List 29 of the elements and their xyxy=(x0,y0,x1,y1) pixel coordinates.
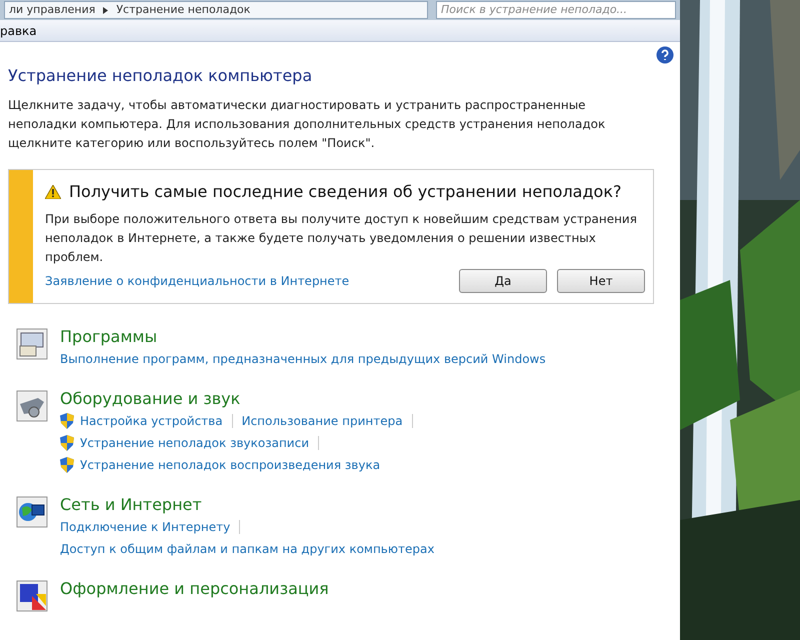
breadcrumb-item[interactable]: Устранение неполадок xyxy=(116,2,250,18)
page-title: Устранение неполадок компьютера xyxy=(8,65,314,87)
search-field[interactable]: Поиск в устранение неполадо... xyxy=(436,1,676,19)
task-link[interactable]: Устранение неполадок звукозаписи xyxy=(80,434,310,452)
palette-icon[interactable] xyxy=(16,580,48,612)
category-link[interactable]: Сеть и Интернет xyxy=(60,494,434,516)
task-link[interactable]: Устранение неполадок воспроизведения звука xyxy=(80,456,380,474)
address-field[interactable]: ли управления Устранение неполадок xyxy=(4,1,428,19)
notice-text: При выборе положительного ответа вы получите доступ к новейшим средствам устранения неполадок в Интернете, а также будете получать уведомления о решении известных проблем. xyxy=(45,211,638,266)
menu-item[interactable]: равка xyxy=(0,22,37,40)
category-link[interactable]: Оформление и персонализация xyxy=(60,578,329,600)
dialog-button[interactable]: Да xyxy=(459,269,547,293)
category-link[interactable]: Программы xyxy=(60,326,546,348)
task-link[interactable]: Настройка устройства xyxy=(80,412,223,430)
warning-icon xyxy=(45,185,61,199)
program-window-icon[interactable] xyxy=(16,328,48,360)
breadcrumb-item[interactable]: ли управления xyxy=(9,2,96,18)
help-icon[interactable] xyxy=(656,46,674,64)
task-link[interactable]: Подключение к Интернету xyxy=(60,518,230,536)
task-link[interactable]: Выполнение программ, предназначенных для предыдущих версий Windows xyxy=(60,350,546,368)
task-link[interactable]: Доступ к общим файлам и папкам на других компьютерах xyxy=(60,540,434,558)
globe-icon[interactable] xyxy=(16,496,48,528)
task-link[interactable]: Использование принтера xyxy=(242,412,403,430)
chevron-icon[interactable] xyxy=(103,6,108,14)
category-link[interactable]: Оборудование и звук xyxy=(60,388,422,410)
privacy-link[interactable]: Заявление о конфиденциальности в Интернете xyxy=(45,272,350,290)
notice-title: Получить самые последние сведения об устранении неполадок? xyxy=(69,181,622,203)
page-description: Щелкните задачу, чтобы автоматически диагностировать и устранить распространенные неполадки компьютера. Для использования дополнительных средств устранения неполадок щелкните категорию или воспользуйтесь полем "Поиск". xyxy=(8,97,606,152)
dialog-button[interactable]: Нет xyxy=(557,269,645,293)
